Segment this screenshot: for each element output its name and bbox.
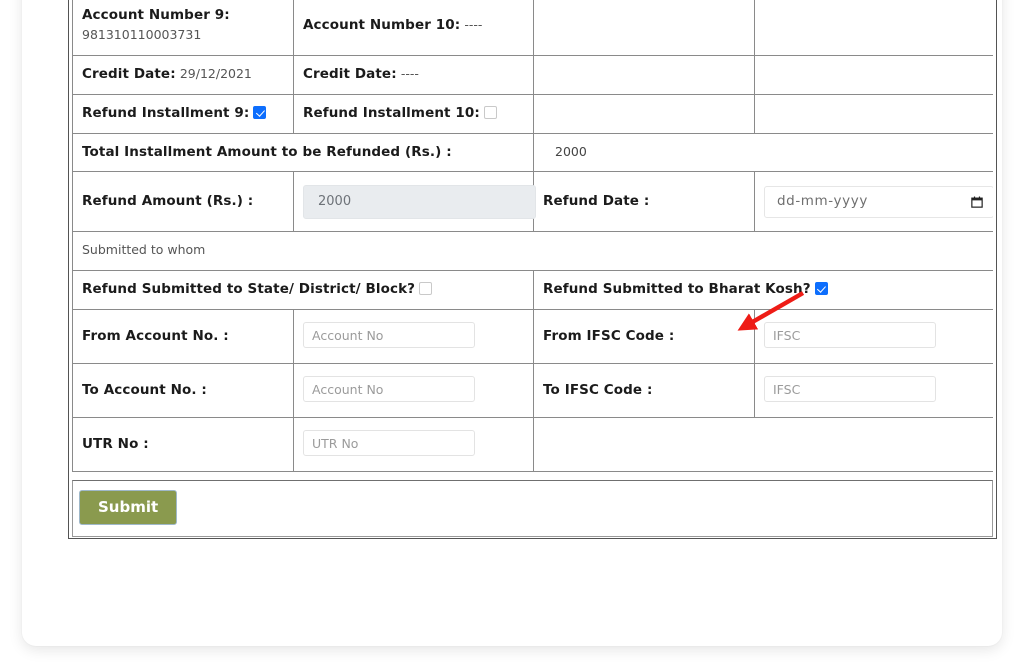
- table-row-total-installment-amount: Total Installment Amount to be Refunded …: [72, 132, 993, 173]
- refund-date-placeholder: dd-mm-yyyy: [777, 193, 868, 210]
- submit-bar: Submit: [72, 480, 993, 537]
- table-row-refund-amount-date: Refund Amount (Rs.) : Refund Date : dd-m…: [72, 171, 993, 233]
- refund-table-wrapper: Installment No 9: 9th installment paymen…: [72, 0, 993, 478]
- from-ifsc-label: From IFSC Code :: [543, 327, 675, 344]
- cell-account-number-empty-1: [533, 0, 755, 56]
- refund-submitted-state-checkbox[interactable]: [419, 282, 433, 296]
- cell-from-account-label: From Account No. :: [72, 309, 294, 365]
- submit-button[interactable]: Submit: [79, 490, 178, 525]
- table-row-credit-date: Credit Date: 29/12/2021 Credit Date: ---…: [72, 54, 993, 95]
- cell-total-installment-label: Total Installment Amount to be Refunded …: [72, 132, 534, 173]
- table-row-utr: UTR No :: [72, 417, 993, 473]
- credit-date-9-value: 29/12/2021: [179, 65, 252, 81]
- cell-account-number-10: Account Number 10: ----: [293, 0, 534, 56]
- cell-refund-amount-input: [293, 171, 536, 233]
- cell-utr-empty: [533, 417, 993, 473]
- credit-date-10-label: Credit Date:: [303, 65, 397, 82]
- content-card: Installment No 9: 9th installment paymen…: [22, 0, 1002, 646]
- table-row-from-account: From Account No. : From IFSC Code :: [72, 309, 993, 365]
- submitted-to-whom-label: Submitted to whom: [82, 242, 206, 258]
- refund-amount-label: Refund Amount (Rs.) :: [82, 192, 254, 209]
- cell-credit-date-empty-1: [533, 54, 755, 95]
- refund-details-table: Installment No 9: 9th installment paymen…: [72, 0, 993, 473]
- refund-submitted-state-label: Refund Submitted to State/ District/ Blo…: [82, 281, 416, 298]
- calendar-icon: [971, 196, 983, 208]
- cell-to-account-input: [293, 363, 534, 419]
- cell-to-account-label: To Account No. :: [72, 363, 294, 419]
- cell-refund-installment-empty-1: [533, 93, 755, 134]
- account-number-9-value: 981310110003731: [82, 27, 202, 43]
- from-account-label: From Account No. :: [82, 327, 229, 344]
- account-number-10-label: Account Number 10:: [303, 17, 461, 34]
- credit-date-10-value: ----: [400, 65, 419, 81]
- refund-submitted-bharat-kosh-label: Refund Submitted to Bharat Kosh?: [543, 281, 811, 298]
- cell-credit-date-9: Credit Date: 29/12/2021: [72, 54, 294, 95]
- cell-refund-date-input: dd-mm-yyyy: [754, 171, 993, 233]
- refund-date-label: Refund Date :: [543, 192, 650, 209]
- to-ifsc-label: To IFSC Code :: [543, 381, 653, 398]
- cell-account-number-empty-2: [754, 0, 993, 56]
- cell-refund-amount-label: Refund Amount (Rs.) :: [72, 171, 294, 233]
- cell-refund-installment-10: Refund Installment 10:: [293, 93, 534, 134]
- table-row-refund-installment: Refund Installment 9: Refund Installment…: [72, 93, 993, 134]
- table-row-submitted-to-whom: Submitted to whom: [72, 231, 993, 272]
- cell-credit-date-10: Credit Date: ----: [293, 54, 534, 95]
- cell-to-ifsc-input: [754, 363, 993, 419]
- cell-from-ifsc-label: From IFSC Code :: [533, 309, 755, 365]
- cell-submitted-bharat-kosh: Refund Submitted to Bharat Kosh?: [533, 270, 993, 311]
- to-account-input[interactable]: [303, 376, 475, 403]
- credit-date-9-label: Credit Date:: [82, 65, 176, 82]
- cell-from-account-input: [293, 309, 534, 365]
- account-number-10-value: ----: [464, 17, 483, 33]
- total-installment-amount-label: Total Installment Amount to be Refunded …: [82, 143, 452, 160]
- refund-form-panel: Installment No 9: 9th installment paymen…: [68, 0, 997, 539]
- total-installment-amount-value: 2000: [555, 143, 587, 159]
- to-ifsc-input[interactable]: [764, 376, 936, 403]
- cell-refund-installment-empty-2: [754, 93, 993, 134]
- cell-utr-label: UTR No :: [72, 417, 294, 473]
- refund-submitted-bharat-kosh-checkbox[interactable]: [814, 282, 828, 296]
- cell-account-number-9: Account Number 9: 981310110003731: [72, 0, 294, 56]
- page-root: Installment No 9: 9th installment paymen…: [0, 0, 1024, 668]
- to-account-label: To Account No. :: [82, 381, 207, 398]
- utr-input[interactable]: [303, 430, 475, 457]
- cell-from-ifsc-input: [754, 309, 993, 365]
- cell-to-ifsc-label: To IFSC Code :: [533, 363, 755, 419]
- cell-total-installment-value: 2000: [533, 132, 993, 173]
- account-number-9-label: Account Number 9:: [82, 7, 230, 24]
- cell-refund-date-label: Refund Date :: [533, 171, 755, 233]
- refund-amount-input[interactable]: [303, 184, 536, 219]
- refund-date-input[interactable]: dd-mm-yyyy: [764, 185, 993, 218]
- refund-installment-10-checkbox[interactable]: [483, 105, 497, 119]
- from-account-input[interactable]: [303, 322, 475, 349]
- table-row-to-account: To Account No. : To IFSC Code :: [72, 363, 993, 419]
- cell-utr-input: [293, 417, 534, 473]
- table-row-submitted-targets: Refund Submitted to State/ District/ Blo…: [72, 270, 993, 311]
- cell-refund-installment-9: Refund Installment 9:: [72, 93, 294, 134]
- cell-credit-date-empty-2: [754, 54, 993, 95]
- refund-installment-9-checkbox[interactable]: [253, 105, 267, 119]
- cell-submitted-state: Refund Submitted to State/ District/ Blo…: [72, 270, 534, 311]
- table-row-account-number: Account Number 9: 981310110003731 Accoun…: [72, 0, 993, 56]
- cell-submitted-to-whom: Submitted to whom: [72, 231, 993, 272]
- refund-installment-10-label: Refund Installment 10:: [303, 104, 480, 121]
- utr-label: UTR No :: [82, 435, 149, 452]
- from-ifsc-input[interactable]: [764, 322, 936, 349]
- refund-installment-9-label: Refund Installment 9:: [82, 104, 250, 121]
